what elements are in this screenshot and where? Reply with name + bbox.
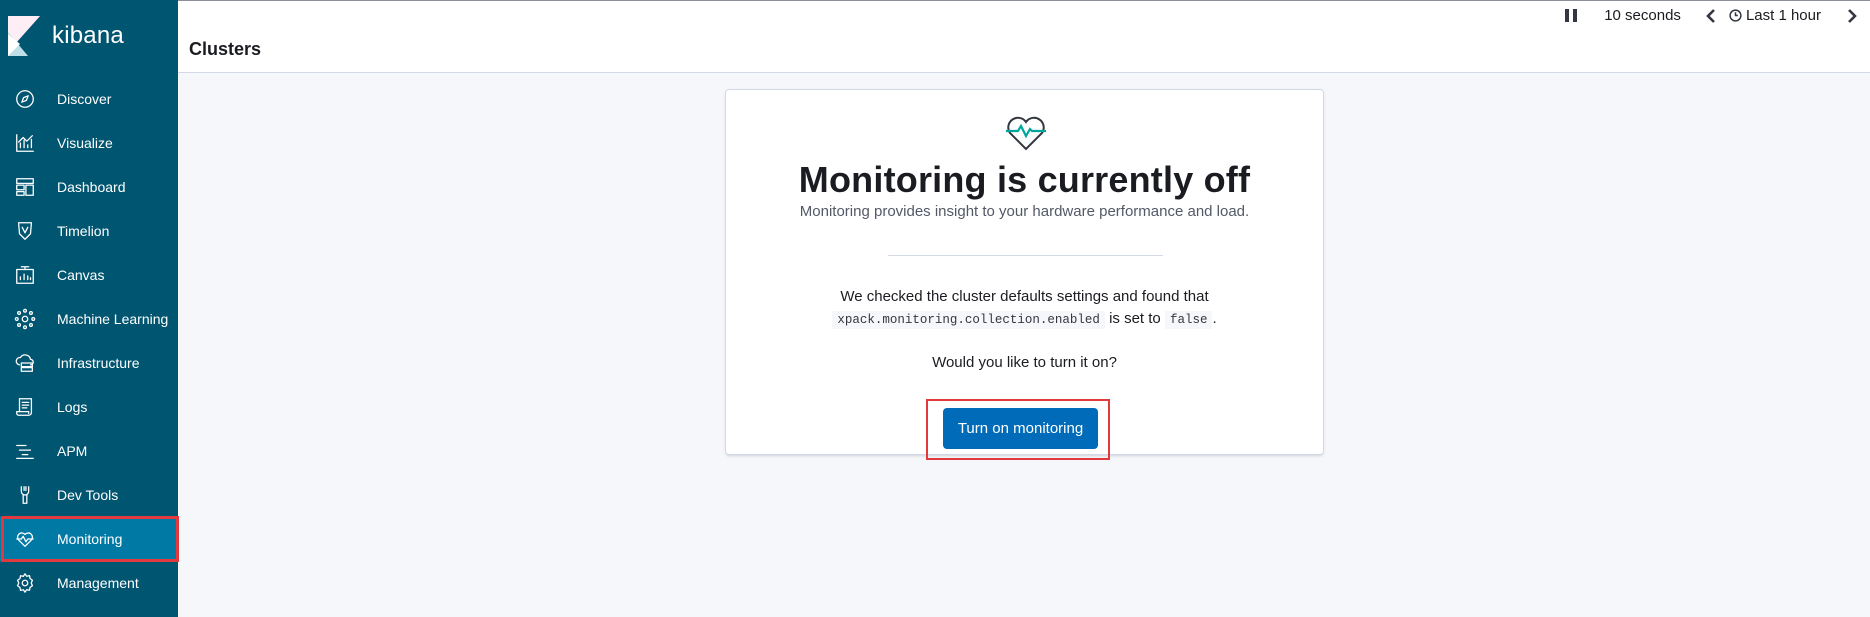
machine-learning-icon bbox=[13, 307, 37, 331]
sidebar-nav: Discover Visualize Dashboard Timelion Ca… bbox=[0, 77, 179, 605]
sidebar-item-label: Logs bbox=[57, 399, 88, 415]
timelion-icon bbox=[13, 219, 37, 243]
setting-value: false bbox=[1164, 311, 1213, 329]
clock-icon bbox=[1729, 9, 1742, 22]
visualize-icon bbox=[13, 131, 37, 155]
sidebar-item-visualize[interactable]: Visualize bbox=[0, 121, 178, 165]
sidebar-item-label: Discover bbox=[57, 91, 112, 107]
sidebar-item-timelion[interactable]: Timelion bbox=[0, 209, 178, 253]
sidebar-item-dev-tools[interactable]: Dev Tools bbox=[0, 473, 178, 517]
sidebar-item-label: Monitoring bbox=[57, 531, 123, 547]
sidebar-item-label: Visualize bbox=[57, 135, 113, 151]
sidebar: kibana Discover Visualize Dashboard Time… bbox=[0, 0, 179, 617]
sidebar-item-infrastructure[interactable]: Infrastructure bbox=[0, 341, 178, 385]
wrench-icon bbox=[13, 483, 37, 507]
panel-subtitle: Monitoring provides insight to your hard… bbox=[799, 203, 1250, 220]
heartbeat-icon bbox=[13, 527, 37, 551]
sidebar-item-label: Timelion bbox=[57, 223, 110, 239]
setting-name: xpack.monitoring.collection.enabled bbox=[832, 311, 1105, 329]
sidebar-item-monitoring[interactable]: Monitoring bbox=[0, 516, 179, 562]
turn-on-monitoring-button[interactable]: Turn on monitoring bbox=[943, 408, 1098, 449]
explanation-setting-line: xpack.monitoring.collection.enabled is s… bbox=[726, 308, 1323, 331]
panel-title: Monitoring is currently off bbox=[798, 159, 1251, 200]
top-bar: Clusters 10 seconds Last 1 hour bbox=[178, 0, 1870, 73]
chevron-left-icon[interactable] bbox=[1705, 8, 1717, 23]
chevron-right-icon[interactable] bbox=[1846, 8, 1858, 23]
time-range-label: Last 1 hour bbox=[1745, 7, 1821, 24]
time-range-picker[interactable]: Last 1 hour bbox=[1729, 7, 1821, 24]
dashboard-icon bbox=[13, 175, 37, 199]
sidebar-item-canvas[interactable]: Canvas bbox=[0, 253, 178, 297]
heartbeat-icon bbox=[1006, 116, 1046, 151]
sidebar-item-label: Canvas bbox=[57, 267, 105, 283]
sidebar-item-label: Machine Learning bbox=[57, 311, 169, 327]
sidebar-item-label: APM bbox=[57, 443, 88, 459]
apm-icon bbox=[13, 439, 37, 463]
sidebar-item-label: Dev Tools bbox=[57, 487, 119, 503]
explanation-line: We checked the cluster defaults settings… bbox=[840, 288, 1209, 305]
pause-icon[interactable] bbox=[1565, 9, 1578, 23]
sidebar-item-logs[interactable]: Logs bbox=[0, 385, 178, 429]
sidebar-item-label: Infrastructure bbox=[57, 355, 140, 371]
time-controls: 10 seconds Last 1 hour bbox=[1565, 7, 1858, 24]
infrastructure-icon bbox=[13, 351, 37, 375]
page-title: Clusters bbox=[189, 39, 262, 59]
sidebar-item-label: Management bbox=[57, 575, 139, 591]
kibana-logo-icon bbox=[8, 16, 40, 56]
refresh-interval-button[interactable]: 10 seconds bbox=[1604, 7, 1681, 24]
monitoring-off-panel: Monitoring is currently off Monitoring p… bbox=[725, 89, 1324, 460]
sidebar-item-management[interactable]: Management bbox=[0, 561, 178, 605]
sidebar-item-label: Dashboard bbox=[57, 179, 126, 195]
kibana-logo[interactable]: kibana bbox=[0, 0, 178, 72]
compass-icon bbox=[13, 87, 37, 111]
logs-icon bbox=[13, 395, 37, 419]
sidebar-item-dashboard[interactable]: Dashboard bbox=[0, 165, 178, 209]
sidebar-item-apm[interactable]: APM bbox=[0, 429, 178, 473]
canvas-icon bbox=[13, 263, 37, 287]
app-name: kibana bbox=[52, 22, 124, 49]
turn-on-question: Would you like to turn it on? bbox=[932, 354, 1117, 371]
sidebar-item-discover[interactable]: Discover bbox=[0, 77, 178, 121]
gear-icon bbox=[13, 571, 37, 595]
divider bbox=[888, 255, 1163, 256]
is-set-to-text: is set to bbox=[1109, 310, 1161, 327]
main-content: Monitoring is currently off Monitoring p… bbox=[178, 74, 1870, 617]
period: . bbox=[1212, 310, 1217, 327]
explanation-text: We checked the cluster defaults settings… bbox=[726, 286, 1323, 331]
sidebar-item-machine-learning[interactable]: Machine Learning bbox=[0, 297, 178, 341]
